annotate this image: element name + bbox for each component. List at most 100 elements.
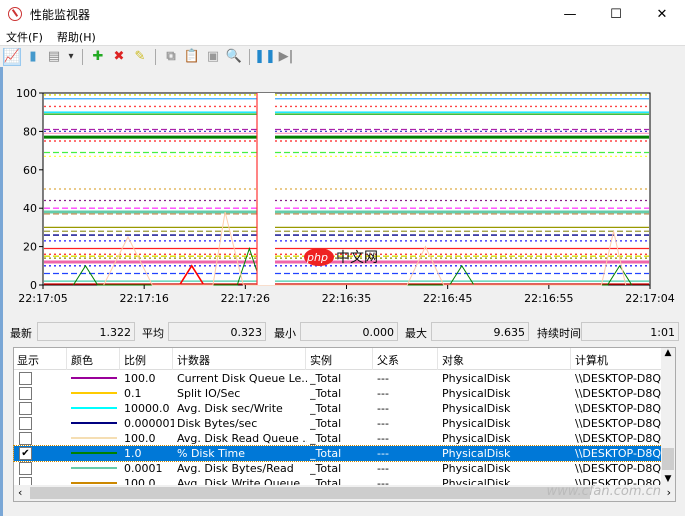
scale-cell: 0.1 [124, 387, 142, 400]
scroll-thumb[interactable] [662, 448, 674, 470]
column-header-3[interactable]: 计数器 [177, 352, 210, 368]
parent-cell: --- [377, 402, 389, 415]
column-divider[interactable] [305, 348, 306, 370]
color-swatch [71, 407, 117, 409]
dropdown-arrow-icon[interactable]: ▾ [66, 48, 76, 66]
menu-help[interactable]: 帮助(H) [57, 29, 96, 45]
column-header-7[interactable]: 计算机 [575, 352, 608, 368]
view-report-icon[interactable]: ▤ [45, 48, 63, 66]
toolbar: 📈 ▮ ▤ ▾ ✚ ✖ ✎ ⧉ 📋 ▣ 🔍 ❚❚ ▶| [0, 45, 685, 67]
counter-row[interactable]: 100.0 Current Disk Queue Le... _Total --- Ph… [14, 371, 662, 386]
color-swatch [71, 392, 117, 394]
close-button[interactable]: ✕ [639, 0, 685, 28]
object-cell: PhysicalDisk [442, 372, 511, 385]
performance-monitor-icon [8, 7, 22, 21]
scale-cell: 10000.0 [124, 402, 170, 415]
maximize-button[interactable]: ☐ [593, 0, 639, 28]
menu-file[interactable]: 文件(F) [6, 29, 43, 45]
add-counter-icon[interactable]: ✚ [89, 48, 107, 66]
counter-cell: Disk Bytes/sec [177, 417, 258, 430]
view-graph-icon[interactable]: 📈 [3, 47, 21, 66]
last-value: 1.322 [37, 322, 135, 341]
counter-cell: Avg. Disk Read Queue ... [177, 432, 307, 445]
show-checkbox[interactable]: ✔ [19, 447, 32, 460]
counter-row[interactable]: 0.1 Split IO/Sec _Total --- PhysicalDisk \\DE… [14, 386, 662, 401]
column-divider[interactable] [119, 348, 120, 370]
show-checkbox[interactable] [19, 462, 32, 475]
minimize-button[interactable]: — [547, 0, 593, 28]
table-header: 显示 颜色 比例 计数器 实例 父系 对象 计算机 [14, 348, 662, 370]
show-checkbox[interactable] [19, 432, 32, 445]
graph-panel: 0 20 40 60 80 100 22:17:05 22:17:16 22:17:26 22:1… [8, 77, 680, 315]
counter-row[interactable]: ✔ 1.0 % Disk Time _Total --- PhysicalDisk \\DE… [13, 445, 663, 462]
column-header-0[interactable]: 显示 [17, 352, 39, 368]
parent-cell: --- [377, 432, 389, 445]
y-tick-label: 60 [23, 164, 37, 177]
show-checkbox[interactable] [19, 372, 32, 385]
delete-counter-icon[interactable]: ✖ [110, 48, 128, 66]
show-checkbox[interactable] [19, 417, 32, 430]
y-tick-label: 20 [23, 241, 37, 254]
column-header-2[interactable]: 比例 [124, 352, 146, 368]
show-checkbox[interactable] [19, 387, 32, 400]
computer-cell: \\DESKTOP-D8QA [575, 372, 662, 385]
average-value: 0.323 [168, 322, 266, 341]
paste-counter-list-icon[interactable]: 📋 [183, 48, 201, 66]
column-divider[interactable] [437, 348, 438, 370]
column-divider[interactable] [372, 348, 373, 370]
toolbar-separator [155, 48, 156, 65]
column-divider[interactable] [570, 348, 571, 370]
object-cell: PhysicalDisk [442, 417, 511, 430]
color-swatch [71, 422, 117, 424]
instance-cell: _Total [310, 447, 342, 460]
column-header-1[interactable]: 颜色 [71, 352, 93, 368]
counter-row[interactable]: 10000.0 Avg. Disk sec/Write _Total --- Physi… [14, 401, 662, 416]
highlight-icon[interactable]: ✎ [131, 48, 149, 66]
scale-cell: 100.0 [124, 432, 156, 445]
column-header-4[interactable]: 实例 [310, 352, 332, 368]
view-histogram-icon[interactable]: ▮ [24, 48, 42, 66]
computer-cell: \\DESKTOP-D8QA [575, 462, 662, 475]
computer-cell: \\DESKTOP-D8QA [575, 387, 662, 400]
column-divider[interactable] [66, 348, 67, 370]
y-tick-label: 0 [30, 279, 37, 292]
scroll-right-icon[interactable]: › [667, 486, 671, 499]
parent-cell: --- [377, 372, 389, 385]
scroll-up-icon[interactable]: ▲ [661, 348, 675, 358]
counter-row[interactable]: 0.0001 Avg. Disk Bytes/Read _Total --- Physi… [14, 461, 662, 476]
x-tick-label: 22:17:05 [18, 292, 67, 305]
parent-cell: --- [377, 447, 389, 460]
column-header-6[interactable]: 对象 [442, 352, 464, 368]
zoom-icon[interactable]: 🔍 [225, 48, 243, 66]
x-tick-label: 22:16:45 [423, 292, 472, 305]
show-checkbox[interactable] [19, 402, 32, 415]
color-swatch [71, 377, 117, 379]
instance-cell: _Total [310, 417, 342, 430]
instance-cell: _Total [310, 402, 342, 415]
object-cell: PhysicalDisk [442, 387, 511, 400]
column-header-5[interactable]: 父系 [377, 352, 399, 368]
title-bar: 性能监视器 — ☐ ✕ [0, 0, 685, 28]
hscroll-thumb[interactable] [30, 487, 590, 499]
copy-properties-icon[interactable]: ⧉ [162, 48, 180, 66]
counter-row[interactable]: 100.0 Avg. Disk Read Queue ... _Total --- Ph… [14, 431, 662, 446]
color-swatch [71, 437, 117, 439]
scale-cell: 0.000001 [124, 417, 174, 430]
counter-cell: Split IO/Sec [177, 387, 241, 400]
parent-cell: --- [377, 387, 389, 400]
instance-cell: _Total [310, 462, 342, 475]
computer-cell: \\DESKTOP-D8QA [575, 447, 662, 460]
vertical-scrollbar[interactable]: ▲ ▼ [661, 348, 675, 486]
minimum-value: 0.000 [300, 322, 398, 341]
object-cell: PhysicalDisk [442, 447, 511, 460]
properties-icon[interactable]: ▣ [204, 48, 222, 66]
scroll-left-icon[interactable]: ‹ [18, 486, 22, 499]
instance-cell: _Total [310, 432, 342, 445]
scroll-down-icon[interactable]: ▼ [661, 474, 675, 484]
y-tick-label: 80 [23, 125, 37, 138]
freeze-display-icon[interactable]: ❚❚ [254, 48, 276, 66]
update-data-icon[interactable]: ▶| [277, 48, 295, 66]
minimum-label: 最小 [274, 327, 296, 340]
column-divider[interactable] [172, 348, 173, 370]
counter-row[interactable]: 0.000001 Disk Bytes/sec _Total --- PhysicalD… [14, 416, 662, 431]
